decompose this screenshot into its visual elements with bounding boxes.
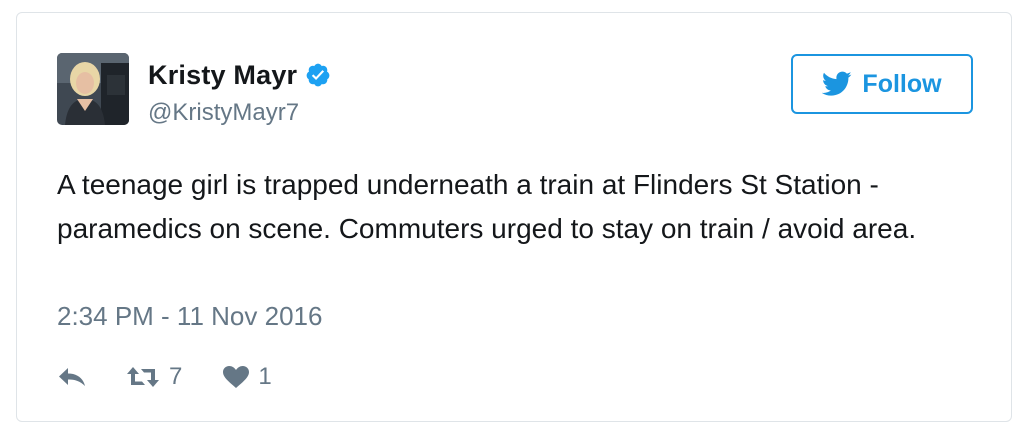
retweet-icon <box>125 365 161 389</box>
author-display-name[interactable]: Kristy Mayr <box>148 60 297 91</box>
verified-badge-icon <box>305 62 331 88</box>
heart-icon <box>222 365 250 389</box>
reply-icon <box>57 366 87 388</box>
avatar[interactable] <box>57 53 129 125</box>
follow-button[interactable]: Follow <box>791 54 973 114</box>
like-button[interactable]: 1 <box>222 363 272 391</box>
retweet-count: 7 <box>169 363 183 390</box>
reply-button[interactable] <box>57 366 87 388</box>
tweet-card: Kristy Mayr @KristyMayr7 Follow A teenag… <box>16 12 1012 422</box>
retweet-button[interactable]: 7 <box>125 363 182 391</box>
name-row: Kristy Mayr <box>148 57 331 93</box>
tweet-text: A teenage girl is trapped underneath a t… <box>57 169 917 244</box>
twitter-bird-icon <box>822 71 852 97</box>
tweet-actions: 7 1 <box>57 359 272 395</box>
follow-button-label: Follow <box>862 69 942 98</box>
tweet-timestamp[interactable]: 2:34 PM - 11 Nov 2016 <box>57 301 322 332</box>
author-handle[interactable]: @KristyMayr7 <box>148 99 331 127</box>
like-count: 1 <box>258 363 272 390</box>
author-block: Kristy Mayr @KristyMayr7 <box>148 57 331 127</box>
